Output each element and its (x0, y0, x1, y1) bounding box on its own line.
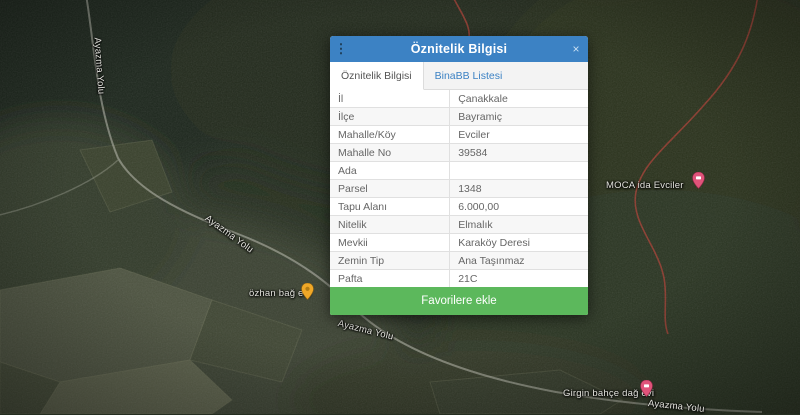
attribute-info-dialog: ⋮ Öznitelik Bilgisi × Öznitelik Bilgisi … (330, 36, 588, 315)
row-label: Ada (330, 162, 450, 180)
table-row: Mahalle/Köy Evciler (330, 126, 588, 144)
row-label: Pafta (330, 270, 450, 288)
row-value: 1348 (450, 180, 588, 198)
table-row: Mahalle No 39584 (330, 144, 588, 162)
add-to-favorites-button[interactable]: Favorilere ekle (330, 287, 588, 315)
row-value: 21C (450, 270, 588, 288)
row-value: Çanakkale (450, 90, 588, 108)
table-row: Tapu Alanı 6.000,00 (330, 198, 588, 216)
dialog-title: Öznitelik Bilgisi (330, 42, 588, 56)
tab-binabb-listesi[interactable]: BinaBB Listesi (424, 62, 514, 89)
row-value: Bayramiç (450, 108, 588, 126)
row-value: 39584 (450, 144, 588, 162)
attribute-table: İl Çanakkale İlçe Bayramiç Mahalle/Köy E… (330, 90, 588, 287)
row-value (450, 162, 588, 180)
row-value: 6.000,00 (450, 198, 588, 216)
row-label: Nitelik (330, 216, 450, 234)
row-label: Mahalle No (330, 144, 450, 162)
table-row: İlçe Bayramiç (330, 108, 588, 126)
table-row: İl Çanakkale (330, 90, 588, 108)
table-row: Zemin Tip Ana Taşınmaz (330, 252, 588, 270)
row-label: Parsel (330, 180, 450, 198)
table-row: Pafta 21C (330, 270, 588, 288)
row-label: Zemin Tip (330, 252, 450, 270)
row-label: İlçe (330, 108, 450, 126)
tab-oznitelik-bilgisi[interactable]: Öznitelik Bilgisi (330, 62, 424, 90)
pin-place-icon[interactable] (301, 283, 314, 300)
table-row: Parsel 1348 (330, 180, 588, 198)
table-row: Ada (330, 162, 588, 180)
close-icon[interactable]: × (564, 36, 588, 62)
table-row: Mevkii Karaköy Deresi (330, 234, 588, 252)
row-value: Karaköy Deresi (450, 234, 588, 252)
dialog-header: ⋮ Öznitelik Bilgisi × (330, 36, 588, 62)
row-label: Mahalle/Köy (330, 126, 450, 144)
pin-lodging-icon[interactable] (692, 172, 705, 189)
dialog-tabs: Öznitelik Bilgisi BinaBB Listesi (330, 62, 588, 90)
row-value: Elmalık (450, 216, 588, 234)
row-label: İl (330, 90, 450, 108)
row-label: Tapu Alanı (330, 198, 450, 216)
row-value: Evciler (450, 126, 588, 144)
row-label: Mevkii (330, 234, 450, 252)
row-value: Ana Taşınmaz (450, 252, 588, 270)
kebab-menu-icon[interactable]: ⋮ (330, 36, 352, 62)
pin-lodging-icon[interactable] (640, 380, 653, 397)
table-row: Nitelik Elmalık (330, 216, 588, 234)
